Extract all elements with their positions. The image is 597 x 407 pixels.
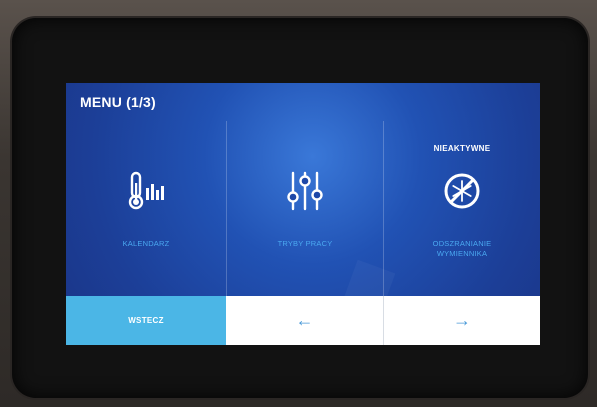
status-badge: NIEAKTYWNE [433, 144, 491, 153]
tile-label: KALENDARZ [122, 239, 170, 248]
arrow-right-icon: → [453, 310, 471, 330]
snowflake-disabled-icon [430, 169, 494, 213]
prev-page-button[interactable]: ← [226, 296, 383, 345]
touch-screen: MENU (1/3) KALENDARZ TRYBY PRACY NIEAKTY… [66, 83, 540, 345]
thermometer-bars-icon [114, 169, 178, 213]
next-page-button[interactable]: → [384, 296, 540, 345]
page-title: MENU (1/3) [80, 94, 156, 110]
sliders-icon [273, 169, 337, 213]
tile-odszranianie[interactable]: NIEAKTYWNE ODSZRANIANIE WYMIENNIKA [384, 121, 540, 296]
back-button[interactable]: WSTECZ [66, 296, 226, 345]
arrow-left-icon: ← [295, 310, 314, 330]
bottom-nav-bar: WSTECZ ← → [66, 296, 540, 345]
tile-kalendarz[interactable]: KALENDARZ [68, 121, 224, 296]
tile-label: ODSZRANIANIE WYMIENNIKA [432, 239, 492, 258]
tile-label: TRYBY PRACY [277, 239, 333, 248]
